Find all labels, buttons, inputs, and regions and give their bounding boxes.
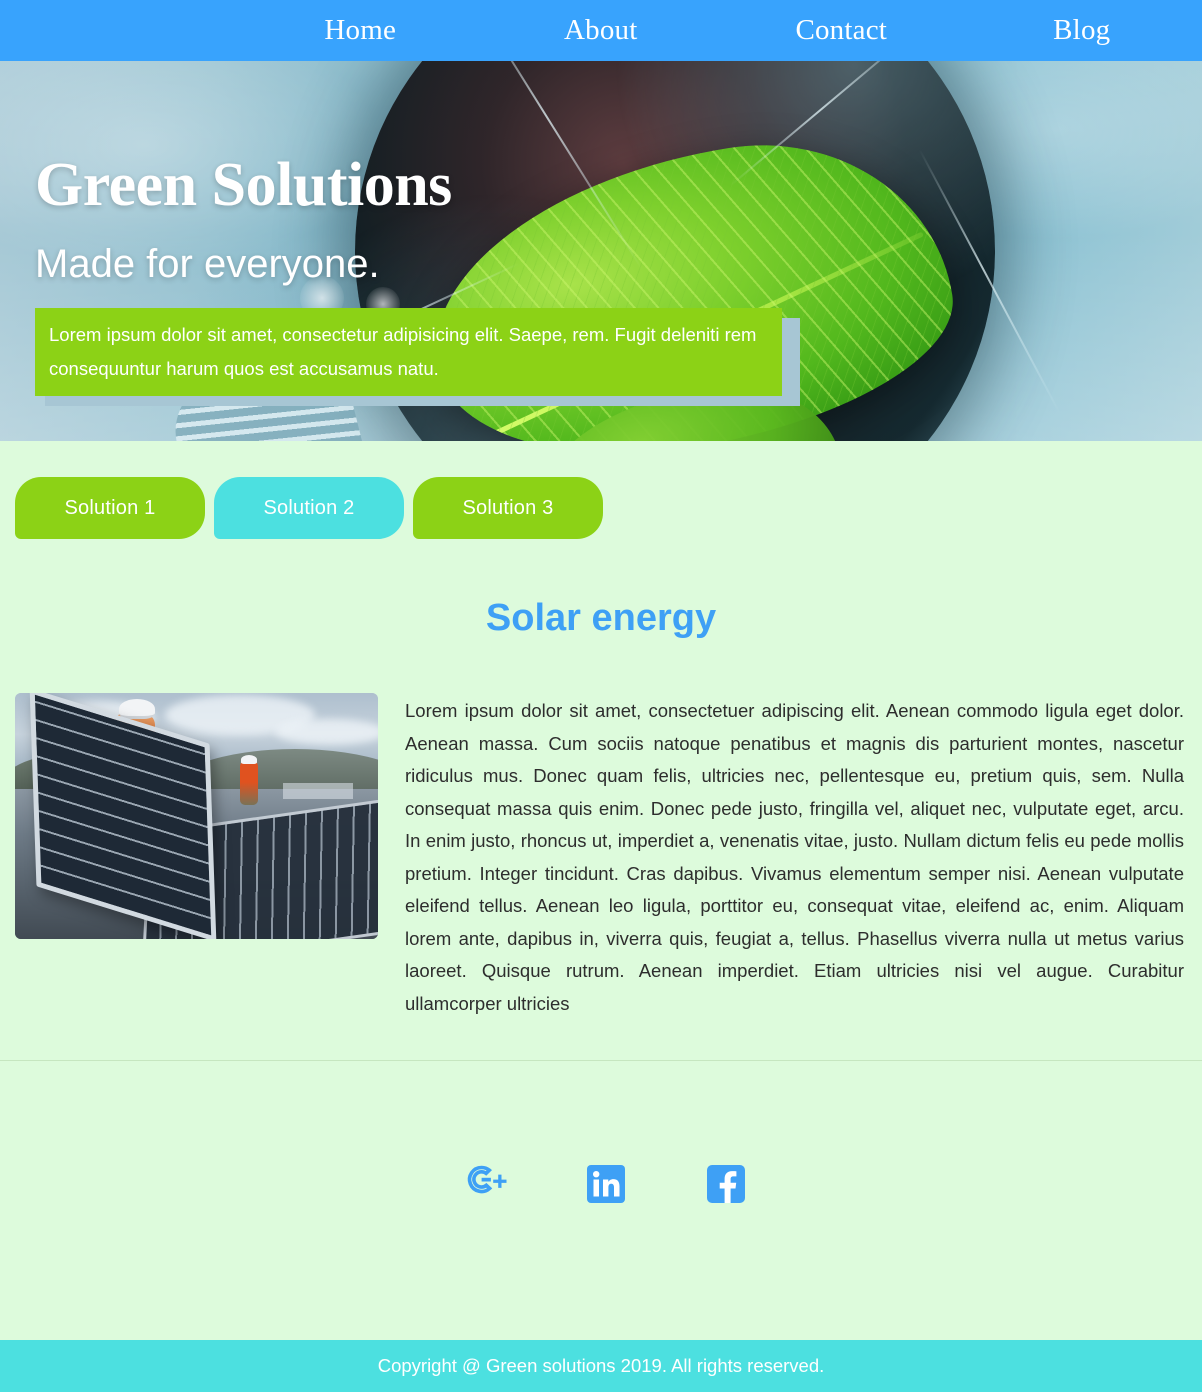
- hero-title: Green Solutions: [35, 151, 452, 219]
- roof-equipment-icon: [283, 783, 353, 799]
- nav-item-home[interactable]: Home: [240, 0, 481, 61]
- social-link-facebook[interactable]: [698, 1156, 754, 1212]
- google-plus-icon: [463, 1161, 509, 1207]
- social-links: [0, 1061, 1202, 1297]
- worker-figure-icon: [240, 761, 258, 805]
- copyright-text: Copyright @ Green solutions 2019. All ri…: [377, 1355, 825, 1376]
- section-title: Solar energy: [485, 597, 717, 639]
- page-footer: Copyright @ Green solutions 2019. All ri…: [0, 1340, 1202, 1392]
- hero-content: Green Solutions Made for everyone. Lorem…: [0, 61, 1202, 406]
- tab-solution-1[interactable]: Solution 1: [15, 477, 205, 539]
- hero-note-wrapper: Lorem ipsum dolor sit amet, consectetur …: [35, 308, 800, 406]
- social-link-google-plus[interactable]: [458, 1156, 514, 1212]
- facebook-icon: [706, 1164, 746, 1204]
- article-body-text: Lorem ipsum dolor sit amet, consectetuer…: [405, 700, 1184, 1014]
- hero-note-text: Lorem ipsum dolor sit amet, consectetur …: [35, 308, 782, 396]
- nav-item-blog[interactable]: Blog: [962, 0, 1202, 61]
- cloud-icon: [275, 719, 378, 745]
- nav-item-about[interactable]: About: [481, 0, 722, 61]
- hard-hat-icon: [119, 699, 155, 719]
- social-link-linkedin[interactable]: [578, 1156, 634, 1212]
- nav-item-contact[interactable]: Contact: [721, 0, 962, 61]
- tab-solution-3[interactable]: Solution 3: [413, 477, 603, 539]
- nav-list: Home About Contact Blog: [0, 0, 1202, 61]
- solution-tabs: Solution 1 Solution 2 Solution 3: [0, 441, 1202, 539]
- hero-banner: Green Solutions Made for everyone. Lorem…: [0, 61, 1202, 441]
- linkedin-icon: [586, 1164, 626, 1204]
- hard-hat-icon: [241, 755, 257, 764]
- article-section: Lorem ipsum dolor sit amet, consectetuer…: [0, 640, 1202, 1020]
- main-content: Solution 1 Solution 2 Solution 3 Solar e…: [0, 441, 1202, 1297]
- main-navigation: Home About Contact Blog: [0, 0, 1202, 61]
- solar-panel-image: [15, 693, 378, 939]
- hero-subtitle: Made for everyone.: [35, 242, 380, 286]
- tab-solution-2[interactable]: Solution 2: [214, 477, 404, 539]
